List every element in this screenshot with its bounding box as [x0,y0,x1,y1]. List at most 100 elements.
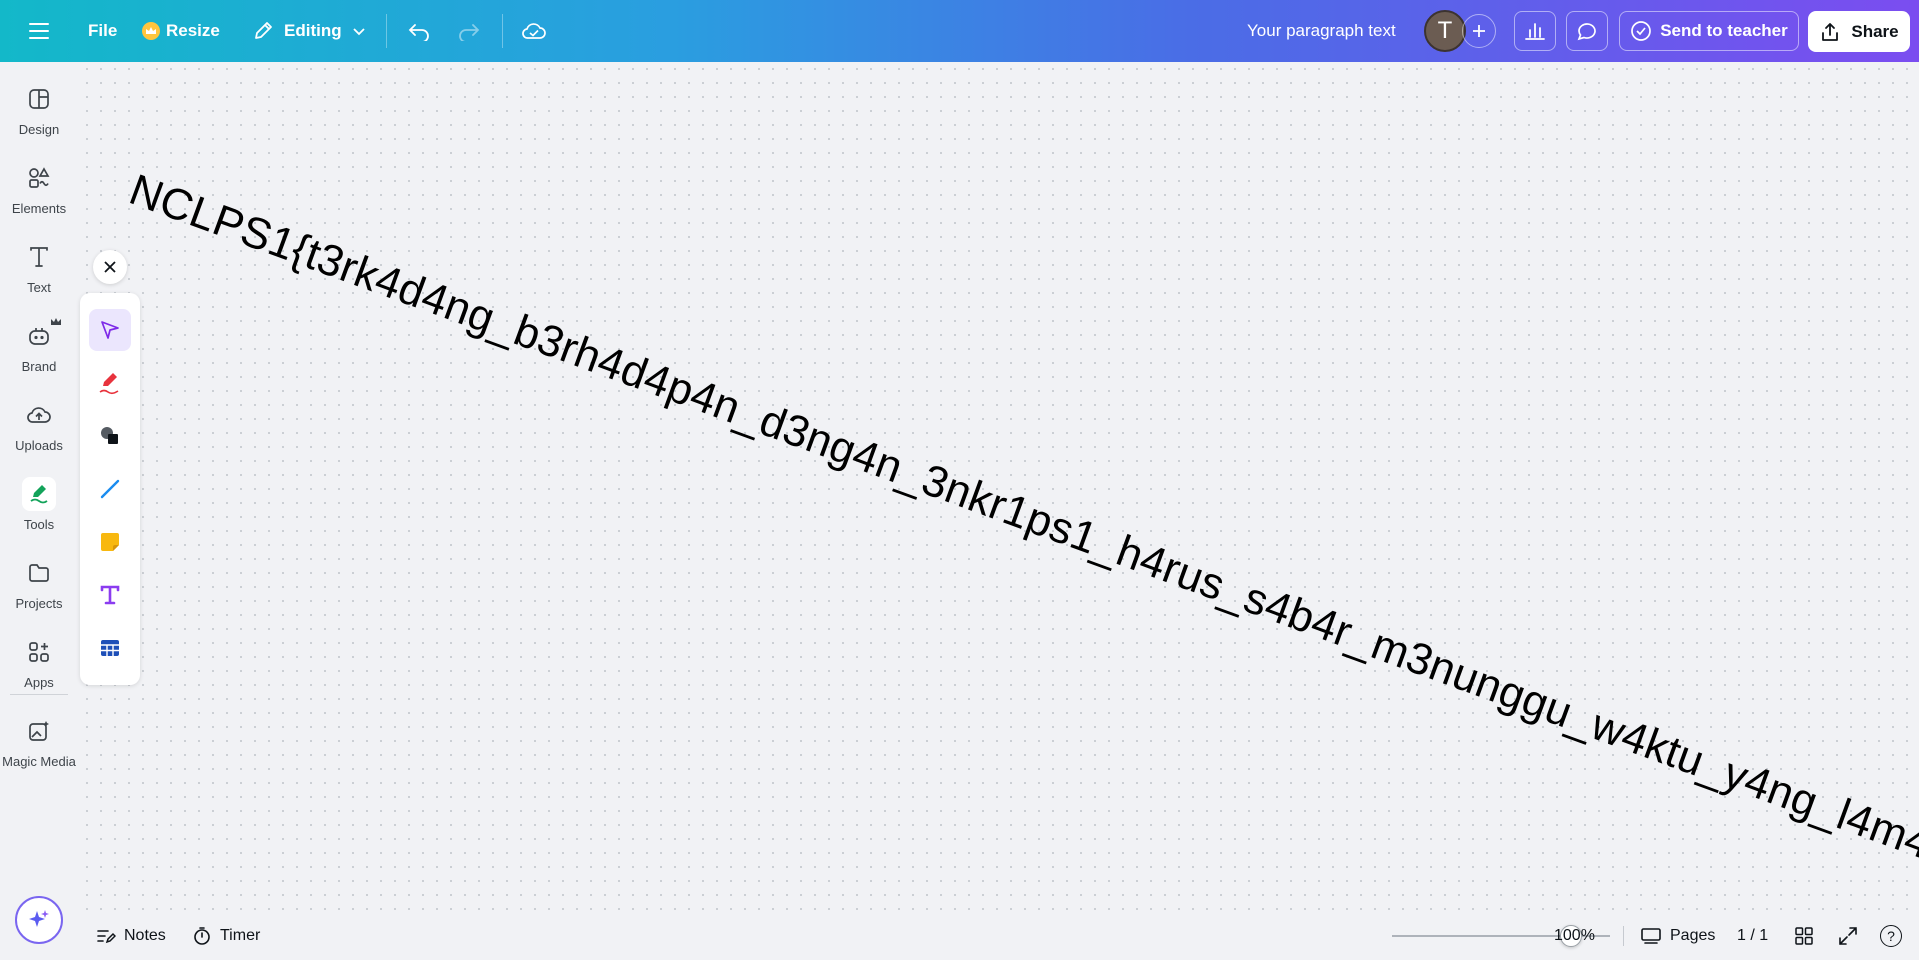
sidebar-label-apps: Apps [24,675,54,690]
elements-icon [22,161,56,195]
magic-media-icon [22,714,56,748]
send-label: Send to teacher [1660,21,1788,40]
sidebar-divider [10,694,68,695]
cloud-saved-icon[interactable] [517,14,551,48]
bar-chart-icon [1525,23,1545,40]
sticky-note-icon [101,533,119,551]
toolbar-divider [502,14,503,48]
pages-button[interactable]: Pages [1640,912,1715,960]
magic-assistant-button[interactable] [15,896,63,944]
tools-icon [22,477,56,511]
sidebar-label-design: Design [18,122,60,137]
sidebar-item-projects[interactable]: Projects [0,556,78,626]
editing-dropdown[interactable]: Editing [252,0,366,62]
zoom-level[interactable]: 100% [1554,912,1595,960]
select-icon [101,321,119,339]
pages-icon [1641,928,1661,944]
sidebar-item-elements[interactable]: Elements [0,161,78,231]
hamburger-icon[interactable] [22,16,56,46]
timer-button[interactable]: Timer [192,912,260,960]
comments-button[interactable] [1566,11,1608,51]
left-sidebar: Design Elements Text Brand Uploads Tools [0,62,78,960]
notes-label: Notes [124,927,166,944]
uploads-icon [22,398,56,432]
crown-icon [142,22,160,40]
page-count[interactable]: 1 / 1 [1737,912,1768,960]
sparkle-icon [29,910,49,927]
brand-icon [22,318,61,353]
send-to-teacher-button[interactable]: Send to teacher [1619,11,1799,51]
page-count-value: 1 / 1 [1737,927,1769,944]
sidebar-item-tools[interactable]: Tools [0,477,78,547]
sidebar-label-uploads: Uploads [15,438,63,453]
timer-label: Timer [220,927,261,944]
sidebar-item-text[interactable]: Text [0,240,78,310]
sticky-note-tool[interactable] [89,521,131,563]
bottombar-divider [1623,926,1624,946]
undo-icon[interactable] [402,14,436,48]
pages-label: Pages [1670,927,1716,944]
sidebar-item-uploads[interactable]: Uploads [0,398,78,468]
apps-icon [22,635,56,669]
comment-icon [1577,23,1596,41]
sidebar-item-brand[interactable]: Brand [0,318,78,389]
select-tool[interactable] [89,309,131,351]
tool-palette [80,293,140,685]
document-title[interactable]: Your paragraph text [1247,0,1396,62]
avatar-initial: T [1437,17,1453,44]
sidebar-label-tools: Tools [23,517,55,532]
line-tool[interactable] [89,468,131,510]
fullscreen-button[interactable] [1838,912,1858,960]
share-button[interactable]: Share [1808,11,1910,52]
sidebar-label-projects: Projects [15,596,63,611]
file-menu[interactable]: File [88,0,117,62]
text-tool-icon [100,585,120,605]
chevron-down-icon [352,26,366,36]
bottom-bar: Notes Timer 100% Pages 1 / 1 ? [80,912,1919,960]
table-icon [101,640,119,656]
sidebar-label-elements: Elements [11,201,67,216]
shapes-tool[interactable] [89,415,131,457]
help-button[interactable]: ? [1880,912,1902,960]
timer-icon [194,927,210,945]
sidebar-label-magic-media: Magic Media [2,754,76,769]
line-icon [100,479,120,499]
pen-tool[interactable] [89,362,131,404]
table-tool[interactable] [89,627,131,669]
resize-button[interactable]: Resize [142,0,220,62]
avatar[interactable]: T [1424,10,1466,52]
sidebar-label-text: Text [27,280,51,295]
check-circle-icon [1631,21,1652,41]
text-icon [22,240,56,274]
design-icon [22,82,56,116]
close-palette-button[interactable] [93,250,127,284]
shapes-icon [101,427,118,444]
grid-icon [1795,927,1813,945]
crown-icon [51,318,61,325]
pen-icon [99,373,119,395]
top-bar: File Resize Editing Your paragraph text … [0,0,1919,62]
plus-icon [1473,25,1485,37]
redo-icon[interactable] [452,14,486,48]
help-icon: ? [1880,925,1902,947]
title-text: Your paragraph text [1247,21,1396,40]
grid-view-button[interactable] [1794,912,1814,960]
expand-icon [1839,927,1857,945]
resize-label: Resize [166,21,220,40]
pencil-icon [252,20,274,42]
zoom-value: 100% [1554,927,1595,944]
insights-button[interactable] [1514,11,1556,51]
add-collaborator-button[interactable] [1462,14,1496,48]
share-upload-icon [1822,22,1839,41]
notes-button[interactable]: Notes [96,912,166,960]
sidebar-item-magic-media[interactable]: Magic Media [0,714,78,784]
text-tool[interactable] [89,574,131,616]
share-label: Share [1851,21,1899,41]
sidebar-item-design[interactable]: Design [0,82,78,152]
editing-label: Editing [284,21,342,40]
sidebar-label-brand: Brand [21,359,57,374]
help-label: ? [1887,928,1895,944]
notes-icon [97,930,116,944]
close-icon [104,261,116,273]
projects-icon [22,556,56,590]
